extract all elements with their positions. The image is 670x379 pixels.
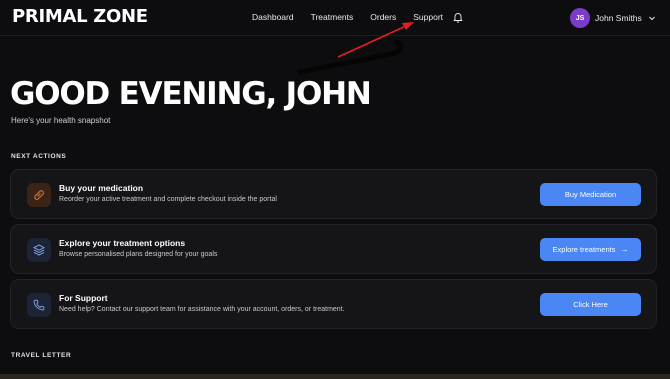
nav-treatments[interactable]: Treatments (311, 12, 354, 22)
layers-icon (27, 238, 51, 262)
chevron-down-icon[interactable] (648, 14, 656, 22)
page-bottom-edge (0, 374, 670, 379)
arrow-right-icon: → (620, 245, 629, 254)
avatar[interactable]: JS (570, 8, 590, 28)
card-title: For Support (59, 293, 108, 303)
buy-medication-button[interactable]: Buy Medication (540, 183, 641, 206)
nav-support[interactable]: Support (413, 12, 443, 22)
brand-logo[interactable]: PRIMAL ZONE (12, 6, 148, 27)
phone-icon (27, 293, 51, 317)
card-description: Reorder your active treatment and comple… (59, 196, 277, 203)
nav-orders[interactable]: Orders (370, 12, 396, 22)
section-travel-letter: TRAVEL LETTER (11, 352, 72, 359)
section-next-actions: NEXT ACTIONS (11, 153, 67, 160)
main-nav: Dashboard Treatments Orders Support (252, 12, 460, 22)
user-name[interactable]: John Smiths (595, 13, 642, 23)
action-card-medication: Buy your medication Reorder your active … (10, 169, 657, 219)
support-click-here-button[interactable]: Click Here (540, 293, 641, 316)
page-subtitle: Here's your health snapshot (11, 116, 111, 125)
pill-icon (27, 183, 51, 207)
top-navigation-bar: PRIMAL ZONE Dashboard Treatments Orders … (0, 0, 670, 36)
user-menu[interactable]: JS John Smiths (570, 8, 656, 28)
button-label: Explore treatments (552, 245, 616, 254)
page-greeting: GOOD EVENING, JOHN (10, 76, 372, 112)
action-card-support: For Support Need help? Contact our suppo… (10, 279, 657, 329)
card-title: Explore your treatment options (59, 238, 186, 248)
bell-icon[interactable] (452, 11, 464, 23)
card-title: Buy your medication (59, 183, 144, 193)
explore-treatments-button[interactable]: Explore treatments → (540, 238, 641, 261)
action-card-treatments: Explore your treatment options Browse pe… (10, 224, 657, 274)
nav-dashboard[interactable]: Dashboard (252, 12, 294, 22)
button-label: Click Here (573, 300, 608, 309)
button-label: Buy Medication (564, 190, 617, 199)
card-description: Need help? Contact our support team for … (59, 306, 345, 313)
annotation-scribble (297, 39, 404, 75)
card-description: Browse personalised plans designed for y… (59, 251, 218, 258)
